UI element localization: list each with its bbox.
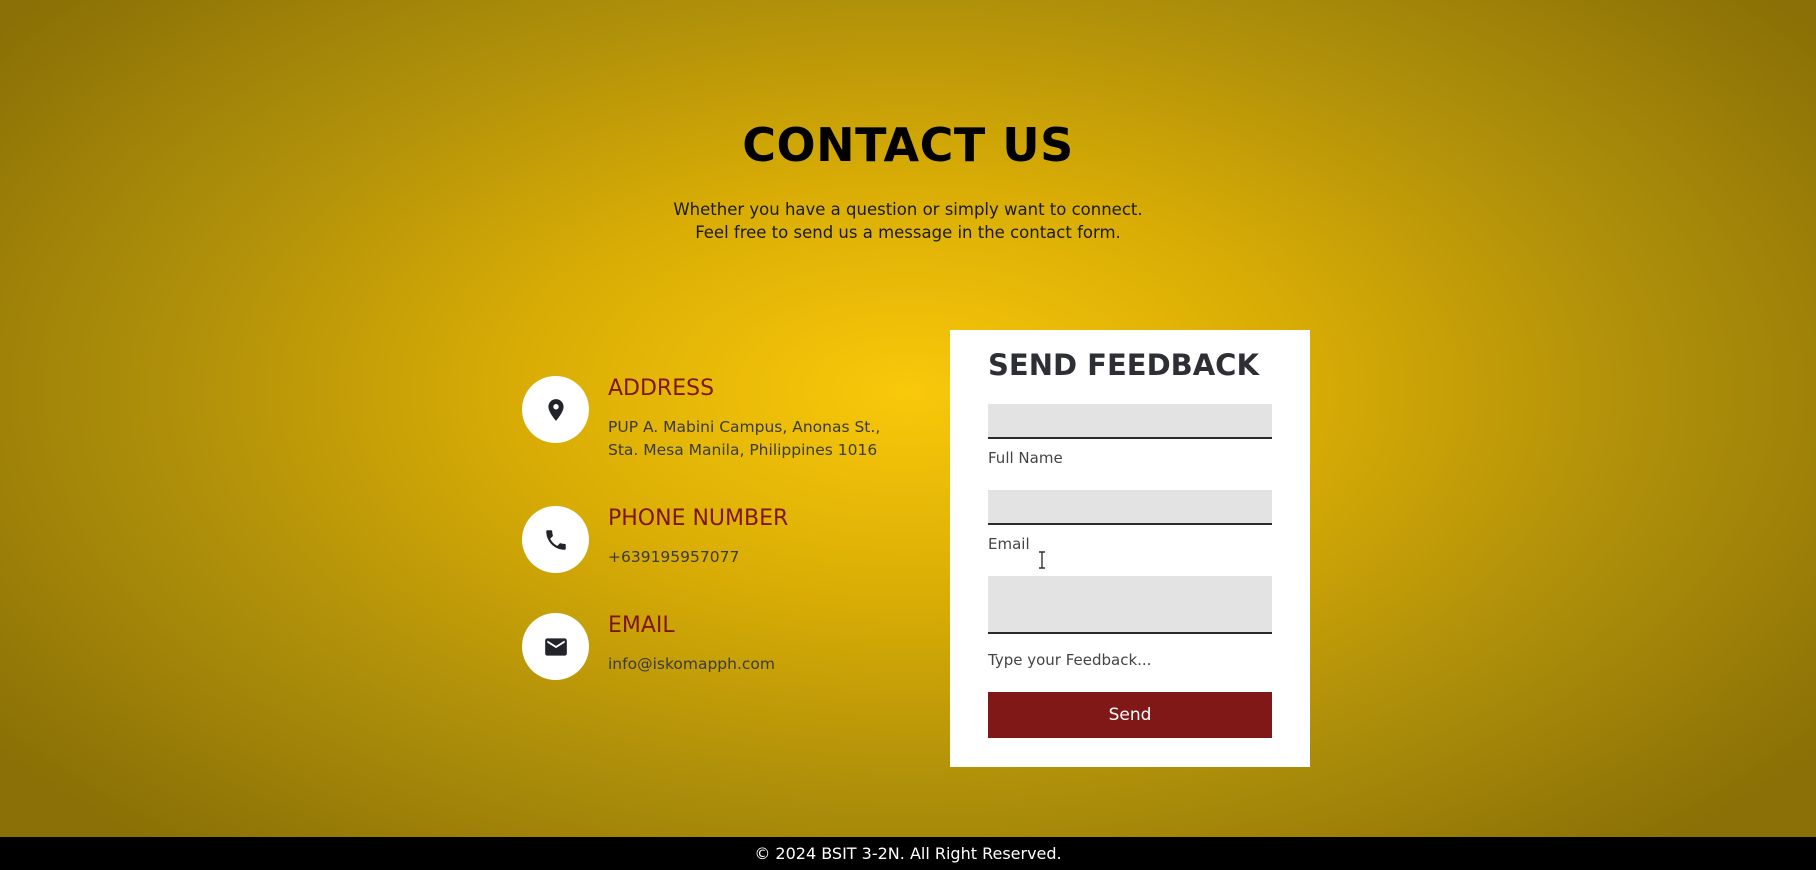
envelope-icon xyxy=(522,613,589,680)
phone-heading: PHONE NUMBER xyxy=(608,506,789,531)
email-address: info@iskomapph.com xyxy=(608,655,775,673)
address-text: PUP A. Mabini Campus, Anonas St., Sta. M… xyxy=(608,416,880,462)
feedback-textarea[interactable] xyxy=(988,576,1272,634)
contact-page: CONTACT US Whether you have a question o… xyxy=(0,0,1816,870)
email-text: info@iskomapph.com xyxy=(608,653,775,676)
contact-address: ADDRESS PUP A. Mabini Campus, Anonas St.… xyxy=(522,376,942,466)
text-cursor-icon xyxy=(1039,551,1045,569)
subtitle-line: Whether you have a question or simply wa… xyxy=(673,200,1143,219)
email-input[interactable] xyxy=(988,490,1272,525)
phone-text: +639195957077 xyxy=(608,546,739,569)
email-label: Email xyxy=(988,535,1030,553)
feedback-title: SEND FEEDBACK xyxy=(988,348,1259,382)
address-line: PUP A. Mabini Campus, Anonas St., xyxy=(608,418,881,436)
page-title: CONTACT US xyxy=(742,118,1074,172)
email-heading: EMAIL xyxy=(608,613,675,638)
address-line: Sta. Mesa Manila, Philippines 1016 xyxy=(608,441,878,459)
contact-email: EMAIL info@iskomapph.com xyxy=(522,613,942,703)
full-name-label: Full Name xyxy=(988,449,1063,467)
page-subtitle: Whether you have a question or simply wa… xyxy=(0,198,1816,244)
full-name-input[interactable] xyxy=(988,404,1272,439)
subtitle-line: Feel free to send us a message in the co… xyxy=(695,223,1121,242)
feedback-card: SEND FEEDBACK Full Name Email Type your … xyxy=(950,330,1310,767)
address-heading: ADDRESS xyxy=(608,376,715,401)
location-pin-icon xyxy=(522,376,589,443)
footer: © 2024 BSIT 3-2N. All Right Reserved. xyxy=(0,837,1816,870)
phone-number: +639195957077 xyxy=(608,548,740,566)
phone-icon xyxy=(522,506,589,573)
contact-phone: PHONE NUMBER +639195957077 xyxy=(522,506,942,596)
feedback-label: Type your Feedback... xyxy=(988,651,1152,669)
send-button[interactable]: Send xyxy=(988,692,1272,738)
